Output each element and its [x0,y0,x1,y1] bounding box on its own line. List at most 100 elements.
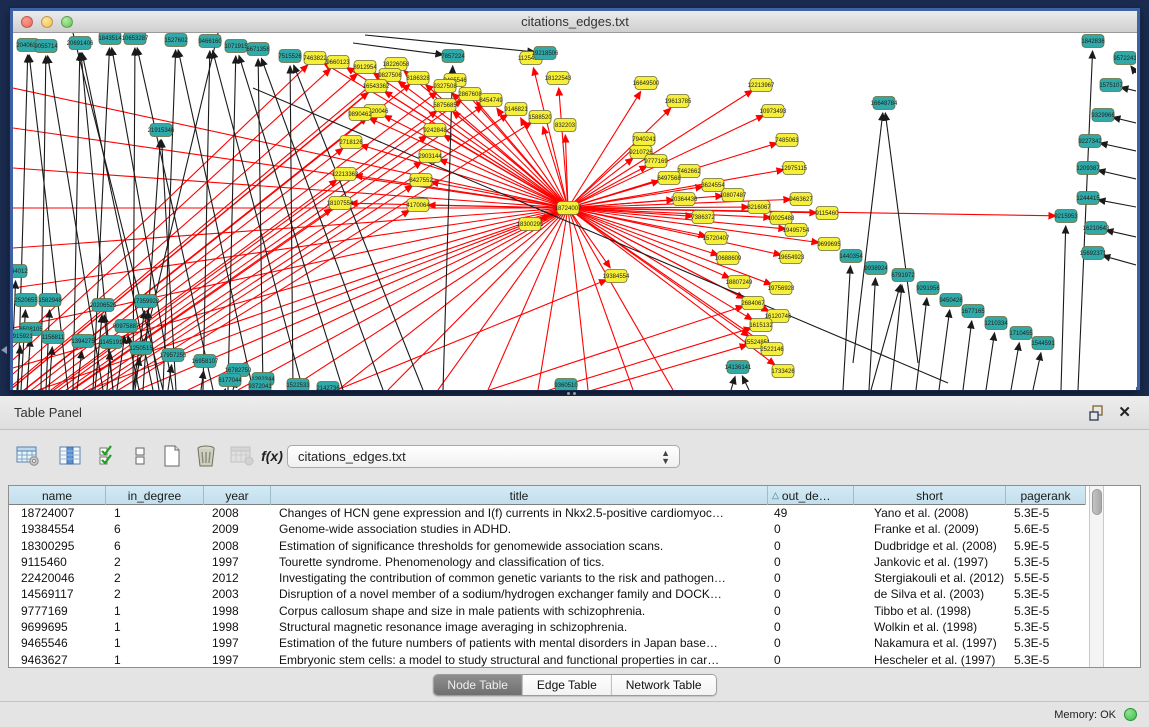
graph-hub-node-18724007[interactable]: 18724007 [555,202,582,215]
graph-node-20364436[interactable]: 20364436 [671,193,698,206]
graph-node-4170064[interactable]: 4170064 [406,199,430,212]
graph-node-9227342[interactable]: 9227342 [1078,135,1102,148]
graph-node-7386372[interactable]: 7386372 [691,211,715,224]
column-header-title[interactable]: title [271,486,768,505]
graph-node-9146821[interactable]: 9146821 [504,103,528,116]
graph-node-1527602[interactable]: 1527602 [164,34,188,47]
panel-splitter-handle[interactable] [567,392,581,395]
graph-node-17359928[interactable]: 17359928 [133,295,160,308]
graph-node-9890462[interactable]: 9890462 [348,108,372,121]
graph-node-10973493[interactable]: 10973493 [760,105,787,118]
graph-node-6177044[interactable]: 6177044 [218,374,242,387]
graph-node-19218506[interactable]: 19218506 [532,47,559,60]
graph-node-1575107[interactable]: 1575107 [1099,79,1123,92]
graph-node-1210334[interactable]: 1210334 [984,317,1008,330]
graph-node-12975115[interactable]: 12975115 [781,162,808,175]
graph-node-19756928[interactable]: 19756928 [768,282,795,295]
graph-node-15720407[interactable]: 15720407 [703,232,730,245]
graph-node-1710455[interactable]: 1710455 [1009,327,1033,340]
column-header-out_de[interactable]: △out_de… [768,486,854,505]
graph-node-8912954[interactable]: 8912954 [353,61,377,74]
panel-collapse-arrow-icon[interactable] [1,346,7,354]
graph-node-18107554[interactable]: 18107554 [327,197,354,210]
vertical-scrollbar[interactable] [1089,486,1104,667]
graph-node-9699695[interactable]: 9699695 [817,238,841,251]
graph-node-9660123[interactable]: 9660123 [326,56,350,69]
tab-network-table[interactable]: Network Table [612,675,716,695]
column-header-short[interactable]: short [854,486,1006,505]
graph-node-9372041[interactable]: 9372041 [248,380,272,391]
graph-node-8216067[interactable]: 8216067 [747,201,771,214]
graph-node-10025488[interactable]: 10025488 [768,212,795,225]
graph-node-1071915[interactable]: 1071915 [224,40,248,53]
graph-node-1588520[interactable]: 1588520 [528,111,552,124]
graph-node-9938924[interactable]: 9938924 [864,262,888,275]
table-row[interactable]: 1830029562008Estimation of significance … [9,538,1086,554]
column-header-name[interactable]: name [9,486,106,505]
graph-node-8454749[interactable]: 8454749 [479,94,503,107]
delete-table-icon[interactable] [228,442,256,470]
graph-node-19613785[interactable]: 19613785 [665,95,692,108]
graph-node-7515526[interactable]: 7515526 [278,50,302,63]
graph-node-8427552[interactable]: 8427552 [409,174,433,187]
graph-node-21915346[interactable]: 21915346 [148,124,175,137]
table-settings-icon[interactable] [14,442,42,470]
graph-node-1843514[interactable]: 1843514 [98,33,122,45]
graph-node-1842836[interactable]: 1842836 [1081,35,1105,48]
graph-node-1582948[interactable]: 1582948 [38,294,62,307]
graph-node-1544591[interactable]: 1544591 [1031,337,1055,350]
graph-node-18122543[interactable]: 18122543 [545,72,572,85]
table-row[interactable]: 2242004622012Investigating the contribut… [9,570,1086,586]
graph-node-16543362[interactable]: 16543362 [363,80,390,93]
graph-node-9572241[interactable]: 9572241 [1113,52,1136,65]
row-height-icon[interactable] [126,442,154,470]
graph-node-3915921[interactable]: 3915921 [13,330,33,343]
table-row[interactable]: 969969511998Structural magnetic resonanc… [9,619,1086,635]
graph-node-9327508[interactable]: 9327508 [433,80,457,93]
graph-node-10688609[interactable]: 10688609 [715,252,742,265]
graph-node-1522533[interactable]: 1522533 [286,379,310,391]
float-panel-icon[interactable] [1089,405,1105,421]
graph-node-1394275[interactable]: 1394275 [71,335,95,348]
graph-node-9329966[interactable]: 9329966 [1091,109,1115,122]
graph-node-18807249[interactable]: 18807249 [726,276,753,289]
window-titlebar[interactable]: citations_edges.txt [13,11,1137,33]
graph-node-19654923[interactable]: 19654923 [778,251,805,264]
network-graph-canvas[interactable]: 1872400718300295746382296601238912954182… [13,33,1136,390]
graph-node-9115460[interactable]: 9115460 [816,207,840,220]
scrollbar-thumb[interactable] [1092,489,1102,515]
graph-node-1209387[interactable]: 1209387 [1076,162,1100,175]
graph-node-9360510[interactable]: 9360510 [554,379,578,391]
column-header-in_degree[interactable]: in_degree [106,486,204,505]
table-row[interactable]: 977716911998Corpus callosum shape and si… [9,603,1086,619]
delete-columns-icon[interactable] [192,442,220,470]
graph-node-12213967[interactable]: 12213967 [748,79,775,92]
graph-node-5875685[interactable]: 5875685 [433,99,457,112]
graph-node-7485063[interactable]: 7485063 [775,134,799,147]
table-row[interactable]: 946362711997Embryonic stem cells: a mode… [9,652,1086,668]
graph-node-90975887[interactable]: 90975887 [113,320,140,333]
graph-node-12213363[interactable]: 12213363 [332,168,359,181]
graph-node-7463822[interactable]: 7463822 [303,52,327,65]
graph-node-6671358[interactable]: 6671358 [246,43,270,56]
graph-node-9450426[interactable]: 9450426 [939,294,963,307]
graph-node-1250515[interactable]: 1250515 [129,342,153,355]
graph-node-19495754[interactable]: 19495754 [783,224,810,237]
graph-node-8186328[interactable]: 8186328 [406,72,430,85]
column-header-pagerank[interactable]: pagerank [1006,486,1086,505]
graph-node-7857224[interactable]: 7857224 [441,50,465,63]
function-builder-icon[interactable]: f(x) [258,442,286,470]
graph-node-2142736[interactable]: 2142736 [316,382,340,391]
graph-node-7462662[interactable]: 7462662 [677,165,701,178]
column-header-year[interactable]: year [204,486,271,505]
graph-node-9463627[interactable]: 9463627 [789,193,813,206]
close-panel-icon[interactable]: ✕ [1118,403,1131,421]
graph-node-9055714[interactable]: 9055714 [34,40,58,53]
tab-edge-table[interactable]: Edge Table [523,675,612,695]
graph-node-1677165[interactable]: 1677165 [961,305,985,318]
graph-node-16648784[interactable]: 16648784 [871,97,898,110]
graph-node-2684067[interactable]: 2684067 [741,297,765,310]
graph-node-1733426[interactable]: 1733426 [771,365,795,378]
graph-node-16958107[interactable]: 16958107 [192,355,219,368]
graph-node-1440354[interactable]: 1440354 [839,250,863,263]
